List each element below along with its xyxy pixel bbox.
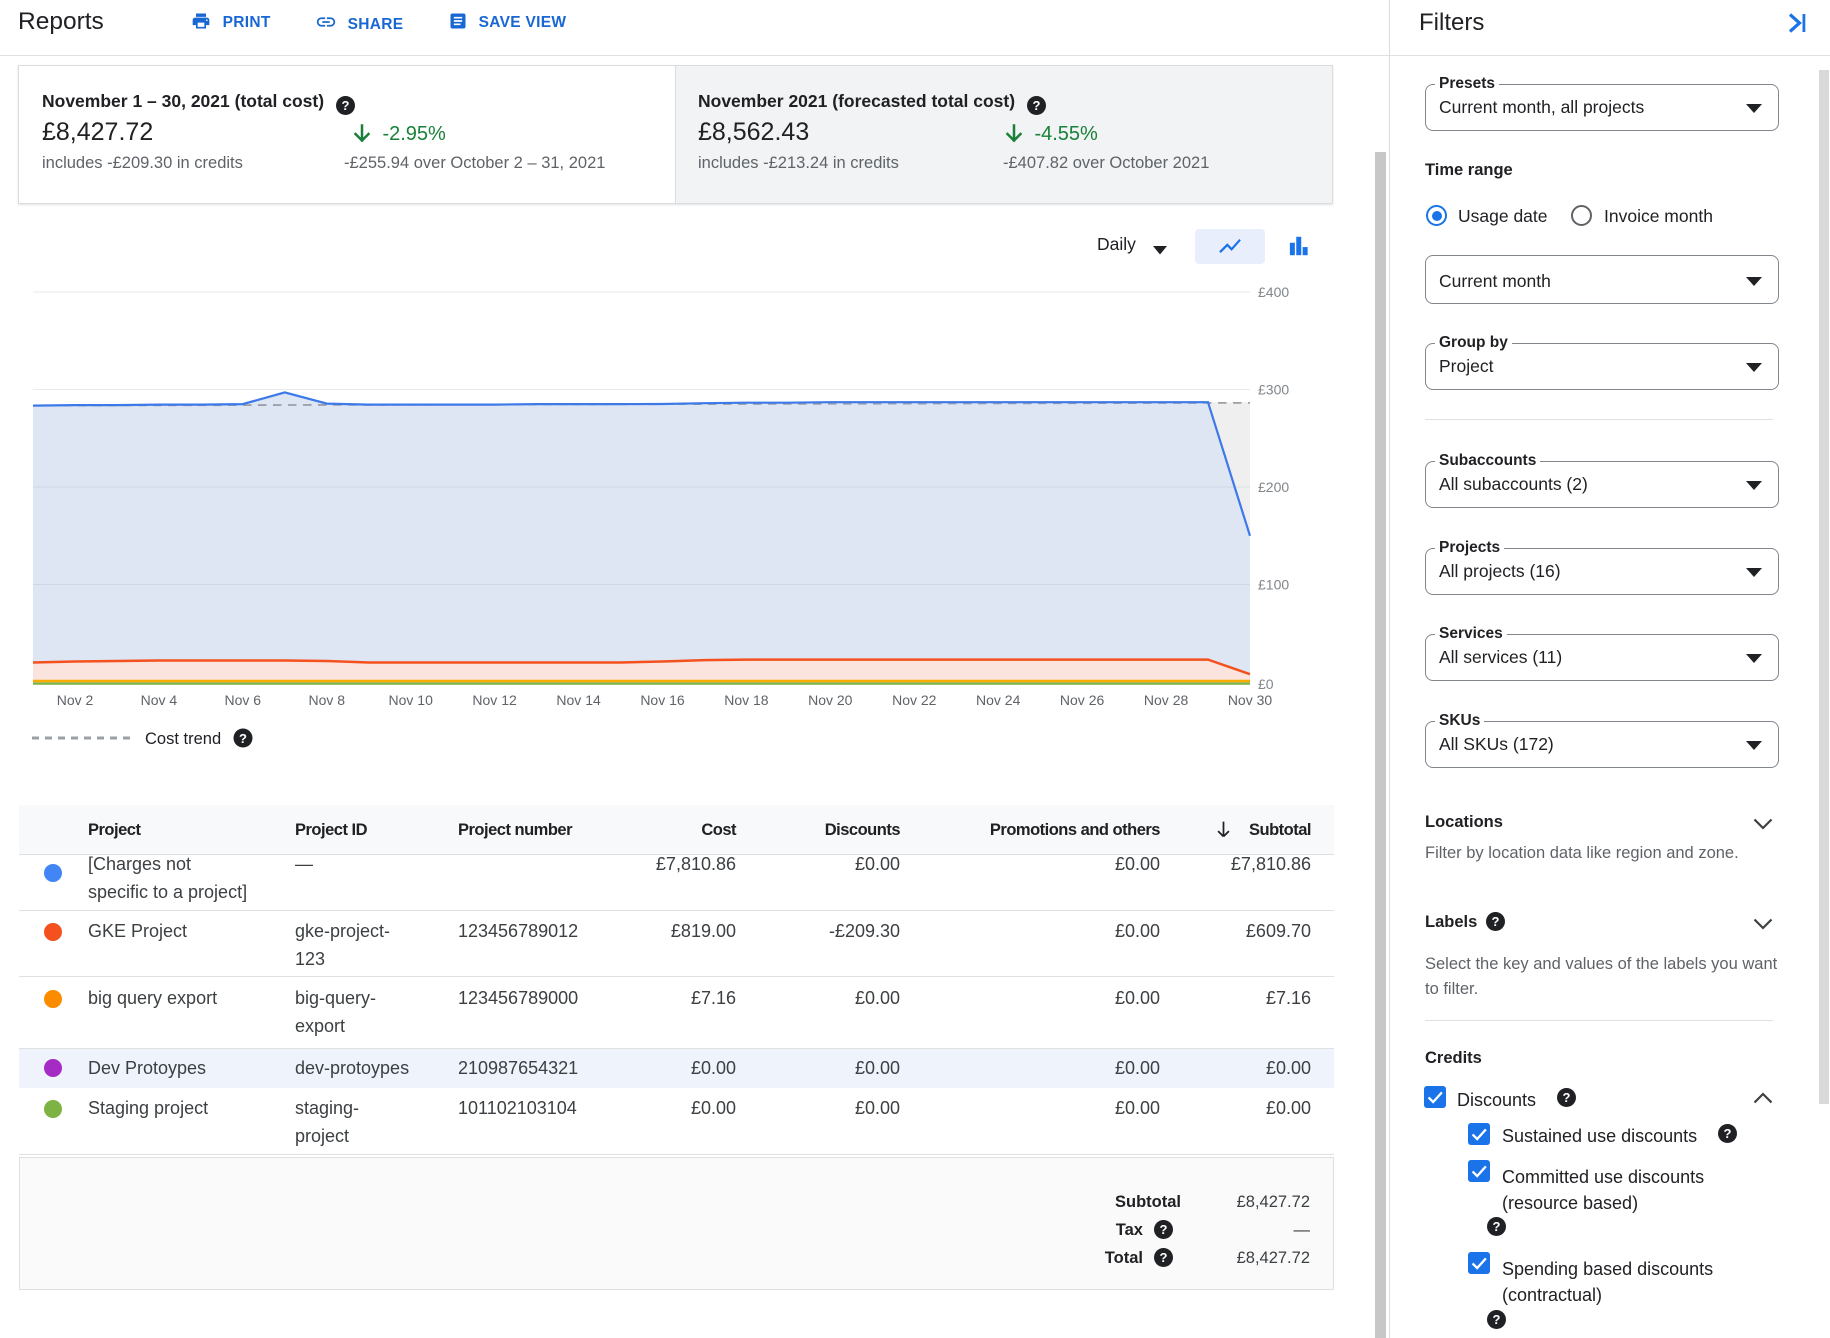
svg-text:Nov 14: Nov 14 bbox=[556, 692, 601, 708]
svg-text:Nov 8: Nov 8 bbox=[309, 692, 346, 708]
svg-text:Nov 20: Nov 20 bbox=[808, 692, 853, 708]
svg-text:Nov 22: Nov 22 bbox=[892, 692, 937, 708]
svg-text:£300: £300 bbox=[1258, 382, 1289, 398]
svg-text:Nov 28: Nov 28 bbox=[1144, 692, 1189, 708]
svg-text:Nov 2: Nov 2 bbox=[57, 692, 94, 708]
svg-text:Nov 10: Nov 10 bbox=[389, 692, 434, 708]
svg-text:£100: £100 bbox=[1258, 577, 1289, 593]
svg-text:?: ? bbox=[239, 731, 247, 746]
svg-text:Nov 30: Nov 30 bbox=[1228, 692, 1273, 708]
svg-text:Nov 4: Nov 4 bbox=[141, 692, 178, 708]
svg-text:£200: £200 bbox=[1258, 479, 1289, 495]
svg-text:£400: £400 bbox=[1258, 284, 1289, 300]
svg-text:Nov 26: Nov 26 bbox=[1060, 692, 1105, 708]
svg-text:Nov 16: Nov 16 bbox=[640, 692, 685, 708]
svg-text:£0: £0 bbox=[1258, 676, 1274, 692]
svg-text:Nov 24: Nov 24 bbox=[976, 692, 1021, 708]
svg-text:Nov 18: Nov 18 bbox=[724, 692, 769, 708]
svg-text:Cost trend: Cost trend bbox=[145, 730, 221, 748]
svg-text:Nov 12: Nov 12 bbox=[472, 692, 517, 708]
svg-text:Nov 6: Nov 6 bbox=[225, 692, 262, 708]
